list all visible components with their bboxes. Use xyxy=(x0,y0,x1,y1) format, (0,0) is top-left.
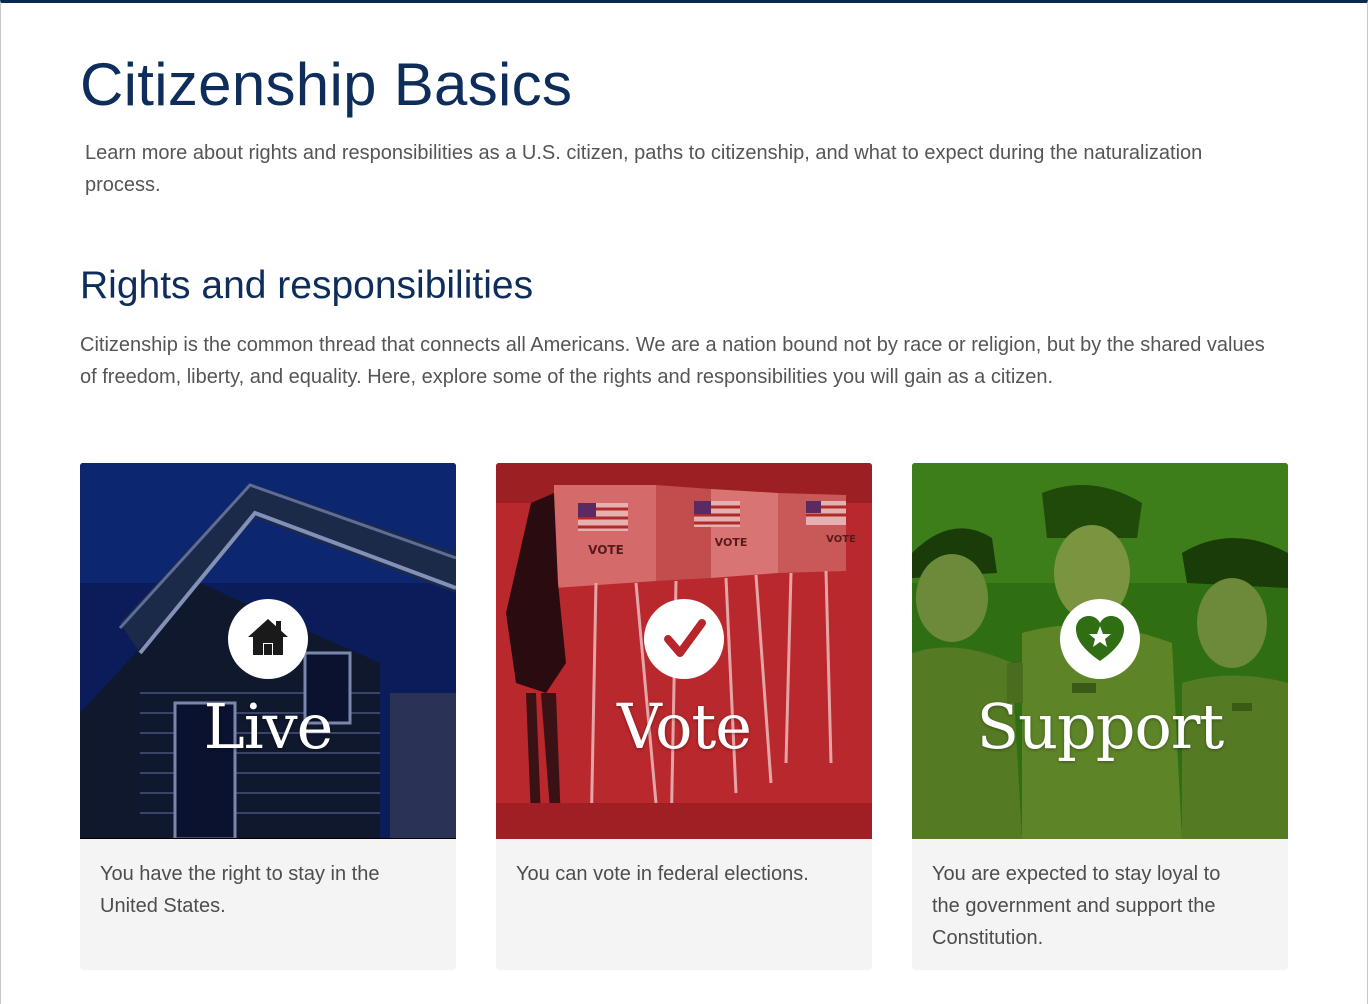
card-support-image: Support xyxy=(912,463,1288,839)
page-intro: Learn more about rights and responsibili… xyxy=(85,142,1203,196)
card-support[interactable]: Support You are expected to stay loyal t… xyxy=(912,463,1288,970)
card-support-badge xyxy=(1060,599,1140,679)
card-vote-title: Vote xyxy=(616,690,752,763)
section-description: Citizenship is the common thread that co… xyxy=(80,334,1265,388)
vote-booth-label: VOTE xyxy=(826,534,856,545)
card-live-image: Live xyxy=(80,463,456,839)
page-title: Citizenship Basics xyxy=(80,51,573,118)
house-icon xyxy=(248,619,288,655)
card-vote-image: VOTE VOTE VOTE Vote xyxy=(496,463,872,839)
vote-booth-label: VOTE xyxy=(588,543,624,557)
card-vote-text: You can vote in federal elections. xyxy=(516,863,809,885)
heart-star-icon xyxy=(1076,616,1124,661)
section-title: Rights and responsibilities xyxy=(80,264,534,307)
card-live-title: Live xyxy=(203,690,334,763)
card-vote[interactable]: VOTE VOTE VOTE Vote You can vote in fede… xyxy=(496,463,872,970)
card-live[interactable]: Live You have the right to stay in the U… xyxy=(80,463,456,970)
vote-booth-label: VOTE xyxy=(715,536,748,549)
card-support-text: You are expected to stay loyal to the go… xyxy=(932,863,1221,949)
card-live-text: You have the right to stay in the United… xyxy=(100,863,380,917)
card-support-title: Support xyxy=(976,690,1225,763)
checkmark-icon xyxy=(664,619,706,657)
card-vote-badge xyxy=(644,599,724,679)
card-live-badge xyxy=(228,599,308,679)
